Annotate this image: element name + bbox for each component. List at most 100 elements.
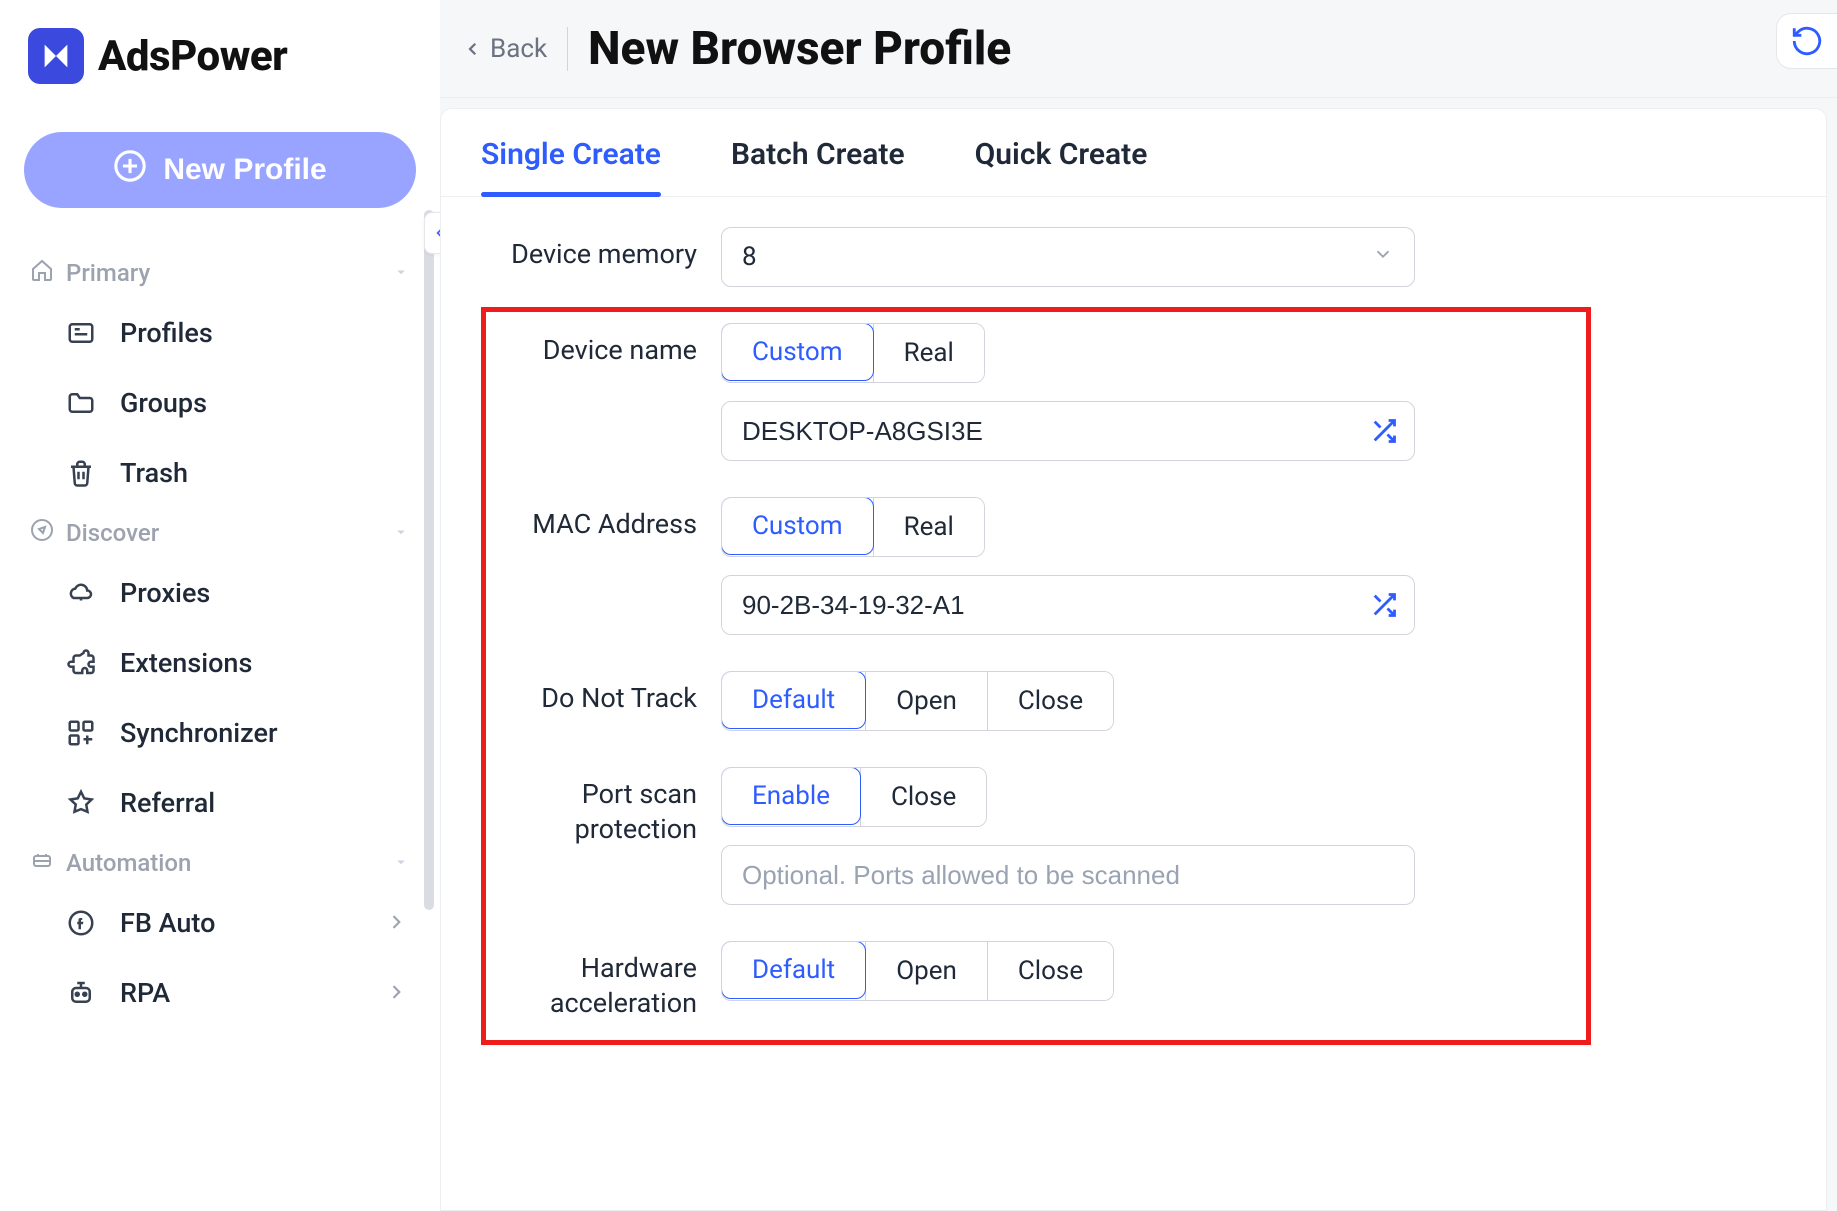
mac-shuffle-button[interactable] xyxy=(1370,591,1398,619)
tab-quick-create[interactable]: Quick Create xyxy=(975,137,1148,196)
chevron-down-icon xyxy=(392,259,410,287)
new-profile-button[interactable]: New Profile xyxy=(24,132,416,208)
sync-grid-icon xyxy=(64,716,98,750)
device-name-mode: Custom Real xyxy=(721,323,985,383)
star-icon xyxy=(64,786,98,820)
label-hardware-accel: Hardware acceleration xyxy=(481,941,721,1021)
port-scan-close[interactable]: Close xyxy=(860,768,986,826)
chevron-right-icon xyxy=(386,977,406,1009)
sidebar-section-primary[interactable]: Primary xyxy=(24,248,416,298)
mac-input-wrap xyxy=(721,575,1415,635)
hw-accel-open[interactable]: Open xyxy=(865,942,987,1000)
automation-icon xyxy=(30,848,54,878)
form: Device memory 8 Device name Custom xyxy=(441,197,1826,1087)
label-device-memory: Device memory xyxy=(481,227,721,272)
device-name-mode-custom[interactable]: Custom xyxy=(721,323,874,381)
sidebar-item-synchronizer[interactable]: Synchronizer xyxy=(24,698,416,768)
chevron-right-icon xyxy=(386,907,406,939)
hw-accel-close[interactable]: Close xyxy=(987,942,1113,1000)
sidebar-item-extensions[interactable]: Extensions xyxy=(24,628,416,698)
sidebar-item-label: Proxies xyxy=(120,577,210,609)
dnt-open[interactable]: Open xyxy=(865,672,987,730)
mac-input[interactable] xyxy=(742,590,1394,621)
chevron-left-icon xyxy=(464,40,482,58)
chevron-down-icon xyxy=(392,519,410,547)
hw-accel-mode: Default Open Close xyxy=(721,941,1114,1001)
sidebar-item-label: Groups xyxy=(120,387,207,419)
mac-mode-custom[interactable]: Custom xyxy=(721,497,874,555)
device-name-input-wrap xyxy=(721,401,1415,461)
main: Back New Browser Profile Single Create B… xyxy=(440,0,1837,1211)
row-mac-address: MAC Address Custom Real xyxy=(481,497,1786,635)
row-device-name: Device name Custom Real xyxy=(481,323,1786,461)
device-memory-select[interactable]: 8 xyxy=(721,227,1415,287)
tab-batch-create[interactable]: Batch Create xyxy=(731,137,905,196)
compass-icon xyxy=(30,518,54,548)
mac-mode-real[interactable]: Real xyxy=(873,498,984,556)
dnt-mode: Default Open Close xyxy=(721,671,1114,731)
sidebar: AdsPower New Profile Primary Profiles Gr… xyxy=(0,0,440,1211)
tabs: Single Create Batch Create Quick Create xyxy=(441,109,1826,197)
port-scan-mode: Enable Close xyxy=(721,767,987,827)
chevron-down-icon xyxy=(392,849,410,877)
home-icon xyxy=(30,258,54,288)
brand-logo-icon xyxy=(28,28,84,84)
port-scan-enable[interactable]: Enable xyxy=(721,767,861,825)
plus-circle-icon xyxy=(113,149,147,191)
sidebar-section-label: Primary xyxy=(66,259,150,287)
sidebar-item-label: Referral xyxy=(120,787,215,819)
sidebar-scrollbar[interactable] xyxy=(424,210,434,910)
refresh-button[interactable] xyxy=(1777,14,1837,68)
brand-name: AdsPower xyxy=(98,32,287,81)
dnt-default[interactable]: Default xyxy=(721,671,866,729)
tab-single-create[interactable]: Single Create xyxy=(481,137,661,196)
row-device-memory: Device memory 8 xyxy=(481,227,1786,287)
dnt-close[interactable]: Close xyxy=(987,672,1113,730)
sidebar-item-profiles[interactable]: Profiles xyxy=(24,298,416,368)
sidebar-item-label: RPA xyxy=(120,977,170,1009)
sidebar-item-label: Extensions xyxy=(120,647,252,679)
sidebar-section-discover[interactable]: Discover xyxy=(24,508,416,558)
sidebar-item-fb-auto[interactable]: FB Auto xyxy=(24,888,416,958)
page-title: New Browser Profile xyxy=(588,22,1011,76)
facebook-sync-icon xyxy=(64,906,98,940)
sidebar-item-label: Profiles xyxy=(120,317,213,349)
port-scan-input[interactable] xyxy=(742,860,1394,891)
back-label: Back xyxy=(490,34,547,64)
chevron-down-icon xyxy=(1372,242,1394,272)
port-scan-input-wrap xyxy=(721,845,1415,905)
label-port-scan: Port scan protection xyxy=(481,767,721,847)
label-device-name: Device name xyxy=(481,323,721,368)
brand: AdsPower xyxy=(24,28,416,84)
trash-icon xyxy=(64,456,98,490)
cloud-network-icon xyxy=(64,576,98,610)
device-memory-value: 8 xyxy=(742,242,757,272)
device-name-shuffle-button[interactable] xyxy=(1370,417,1398,445)
sidebar-section-automation[interactable]: Automation xyxy=(24,838,416,888)
back-button[interactable]: Back xyxy=(464,34,547,64)
mac-mode: Custom Real xyxy=(721,497,985,557)
robot-icon xyxy=(64,976,98,1010)
shuffle-icon xyxy=(1370,417,1398,445)
refresh-icon xyxy=(1790,24,1824,58)
label-mac-address: MAC Address xyxy=(481,497,721,542)
sidebar-item-label: Synchronizer xyxy=(120,717,278,749)
sidebar-item-referral[interactable]: Referral xyxy=(24,768,416,838)
sidebar-item-label: Trash xyxy=(120,457,188,489)
header: Back New Browser Profile xyxy=(440,0,1837,98)
sidebar-item-proxies[interactable]: Proxies xyxy=(24,558,416,628)
sidebar-item-rpa[interactable]: RPA xyxy=(24,958,416,1028)
device-name-input[interactable] xyxy=(742,416,1394,447)
sidebar-item-trash[interactable]: Trash xyxy=(24,438,416,508)
sidebar-section-label: Automation xyxy=(66,849,191,877)
sidebar-section-label: Discover xyxy=(66,519,159,547)
header-divider xyxy=(567,27,568,71)
sidebar-item-groups[interactable]: Groups xyxy=(24,368,416,438)
hw-accel-default[interactable]: Default xyxy=(721,941,866,999)
sidebar-item-label: FB Auto xyxy=(120,907,215,939)
folder-icon xyxy=(64,386,98,420)
content-card: Single Create Batch Create Quick Create … xyxy=(440,108,1827,1211)
device-name-mode-real[interactable]: Real xyxy=(873,324,984,382)
shuffle-icon xyxy=(1370,591,1398,619)
row-port-scan: Port scan protection Enable Close xyxy=(481,767,1786,905)
